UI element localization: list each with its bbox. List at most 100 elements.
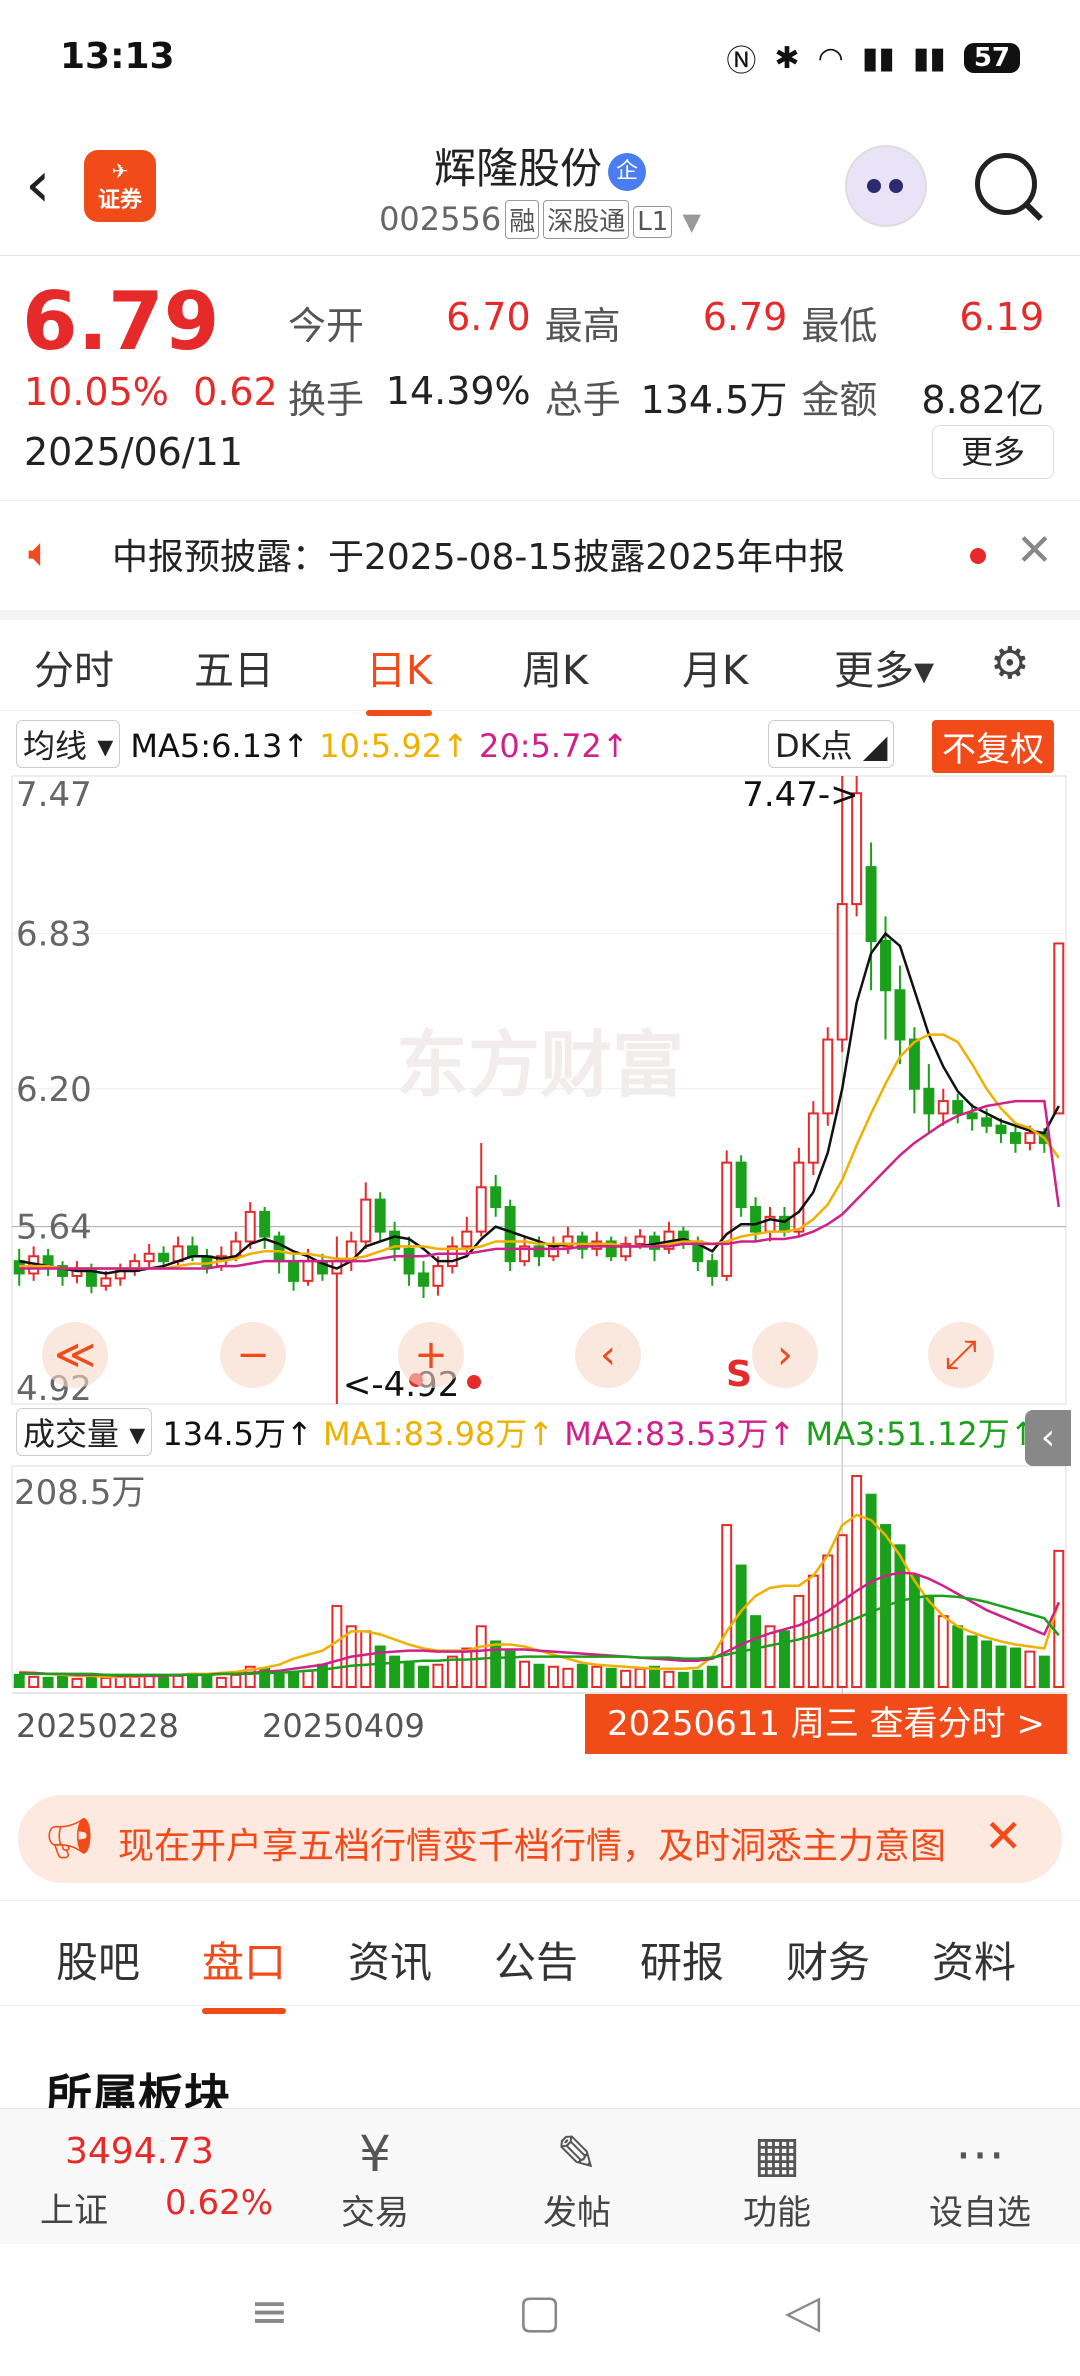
pan-right-button[interactable]: › [752,1322,818,1388]
index-value[interactable]: 3494.73 [65,2131,214,2172]
volume-bar [215,1676,227,1689]
volume-bar [908,1574,920,1688]
vma1-value: MA1:83.98万↑ [323,1415,555,1453]
volume-bar [981,1640,993,1689]
indicator-selector[interactable]: 成交量 ▾ [16,1408,153,1456]
add-watchlist-button[interactable]: ⋯ 设自选 [920,2123,1040,2234]
notice-bar[interactable]: 🔈︎ 中报预披露：于2025-08-15披露2025年中报 ✕ [0,500,1080,620]
tab-guba[interactable]: 股吧 [56,1929,140,1990]
volume-bar [490,1640,502,1689]
volume-bar [562,1667,574,1689]
tab-weekly-k[interactable]: 周K [522,638,588,696]
candle-body [750,1205,762,1233]
volume-bar [418,1665,429,1689]
search-icon[interactable] [975,153,1037,215]
zoom-in-button[interactable]: + [398,1322,464,1388]
collapse-panel-button[interactable]: ‹ [1025,1410,1071,1466]
price-axis-label: 6.20 [16,1070,92,1110]
kline-svg[interactable]: 东方财富 7.476.836.205.644.927.47-><-4.92 S20… [0,710,1080,1775]
volume-bar [461,1647,473,1689]
connect-tag: 深股通 [543,200,630,239]
volume-bar [923,1594,935,1688]
view-intraday-button[interactable]: 20250611 周三 查看分时 > [585,1694,1067,1754]
volume-bar [894,1544,906,1688]
volume-bar [952,1625,964,1689]
promo-banner[interactable]: 📢︎ 现在开户享五档行情变千档行情，及时洞悉主力意图 ✕ [18,1795,1062,1883]
bluetooth-icon: ✱ [774,40,800,76]
volume-bar [1024,1650,1036,1688]
menu-icon[interactable]: ≡ [250,2284,289,2338]
volume-bar [721,1524,733,1689]
candle-body [937,1100,949,1115]
tab-finance[interactable]: 财务 [786,1929,870,1990]
system-nav-bar: ≡ ▢ ◁ [0,2244,1080,2376]
tab-pankou[interactable]: 盘口 [202,1929,287,2014]
price-axis-label: 6.83 [16,915,92,955]
home-icon[interactable]: ▢ [518,2284,561,2338]
volume-bar [692,1669,704,1689]
margin-tag: 融 [505,200,540,239]
volume-bar [851,1475,863,1688]
zoom-out-far-button[interactable]: ≪ [42,1322,108,1388]
candle-body [259,1210,271,1238]
volume-bar [100,1676,112,1689]
grid-icon: ▦ [753,2125,801,2183]
tab-monthly-k[interactable]: 月K [682,638,748,696]
chevron-down-icon: ▼ [682,208,701,236]
candle-body [894,989,906,1041]
candle-body [865,866,877,943]
volume-bar [302,1669,314,1689]
close-icon[interactable]: ✕ [984,1809,1023,1863]
field-open: 今开 6.70 [288,294,531,348]
volume-bar [620,1669,632,1689]
candle-body [721,1161,733,1277]
tab-profile[interactable]: 资料 [932,1929,1016,1990]
back-nav-icon[interactable]: ◁ [785,2284,820,2338]
volume-bar [13,1673,25,1689]
gear-icon[interactable]: ⚙ [990,638,1029,689]
vma3-value: MA3:51.12万↑ [805,1415,1037,1453]
tab-research[interactable]: 研报 [640,1929,724,1990]
close-icon[interactable]: ✕ [1016,525,1053,576]
tab-announcements[interactable]: 公告 [494,1929,578,1990]
volume-bar [71,1677,83,1688]
more-button[interactable]: 更多 [932,425,1054,479]
candle-body [100,1277,112,1287]
quote-fields: 今开 6.70 最高 6.79 最低 6.19 换手 14.39% 总手 134.5万 金… [288,285,1058,433]
price-axis-label: 5.64 [16,1208,92,1248]
tab-more[interactable]: 更多▾ [834,638,934,696]
candle-body [1009,1132,1021,1144]
volume-bar [57,1674,69,1688]
watermark: 东方财富 [396,1023,684,1107]
pan-left-button[interactable]: ‹ [575,1322,641,1388]
volume-bar [591,1665,603,1689]
volume-bar [793,1594,805,1688]
trade-button[interactable]: ¥ 交易 [315,2123,435,2234]
tab-intraday[interactable]: 分时 [34,638,114,696]
stock-code: 002556 [379,200,502,238]
post-button[interactable]: ✎ 发帖 [517,2123,637,2234]
tab-news[interactable]: 资讯 [348,1929,432,1990]
volume-bar [706,1665,718,1689]
zoom-out-button[interactable]: − [220,1322,286,1388]
tab-daily-k[interactable]: 日K [366,638,433,716]
candle-body [418,1272,429,1287]
assistant-robot-icon[interactable] [845,145,927,227]
signal-5g-icon: ▮▮ [861,40,895,76]
functions-button[interactable]: ▦ 功能 [717,2123,837,2234]
fullscreen-button[interactable]: ⤢ [928,1322,994,1388]
candle-body [836,903,848,1041]
edit-icon: ✎ [556,2125,598,2183]
signal-dot [467,1375,481,1389]
volume-bar [446,1655,458,1688]
candle-body [187,1245,198,1258]
candle-body [966,1112,978,1120]
tab-five-day[interactable]: 五日 [194,638,274,696]
candle-body [273,1235,285,1263]
volume-value: 134.5万↑ [162,1415,313,1453]
index-change[interactable]: 0.62% [165,2183,273,2223]
volume-bar [937,1615,949,1688]
index-name[interactable]: 上证 [40,2183,108,2232]
field-high: 最高 6.79 [544,294,788,348]
volume-bar [389,1655,401,1688]
